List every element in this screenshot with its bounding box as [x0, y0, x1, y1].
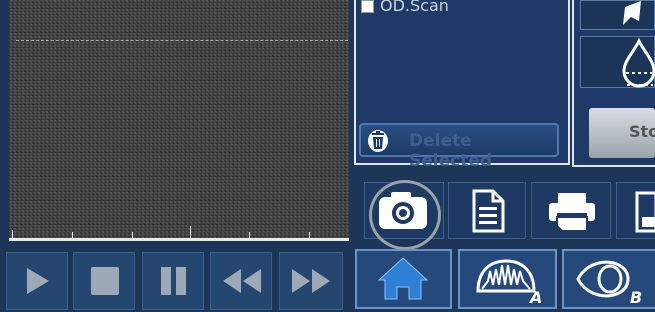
home-icon: [377, 257, 429, 300]
camera-highlight-ring: [369, 180, 441, 250]
drop-icon: [622, 37, 655, 88]
document-icon: [472, 189, 505, 233]
fast-forward-button[interactable]: [279, 252, 343, 310]
save-icon: [635, 191, 655, 233]
rewind-icon: [223, 269, 261, 293]
tool-drop[interactable]: [580, 36, 655, 88]
stop-playback-button[interactable]: [73, 252, 135, 310]
delete-selected-label: Delete Selected: [409, 131, 493, 171]
scan-image[interactable]: [9, 0, 349, 241]
tool-annotate[interactable]: [580, 0, 655, 30]
delete-selected-button[interactable]: Delete Selected: [359, 123, 559, 171]
stop-label: Sto: [629, 122, 655, 141]
b-scan-eye-icon: B: [576, 260, 642, 307]
a-scan-wave-icon: A: [476, 259, 542, 307]
list-item[interactable]: OD.Scan: [361, 0, 449, 14]
scan-ruler: [9, 224, 349, 241]
scan-reference-line: [16, 40, 348, 41]
play-icon: [27, 268, 49, 294]
home-mode-button[interactable]: [355, 249, 452, 309]
mode-b-letter: B: [630, 288, 642, 307]
trash-icon: [368, 130, 388, 152]
report-button[interactable]: [448, 182, 526, 239]
stop-button[interactable]: Sto: [589, 108, 655, 158]
print-button[interactable]: [531, 182, 611, 239]
mode-a-letter: A: [528, 288, 542, 307]
scan-item-label: OD.Scan: [380, 0, 449, 14]
rewind-button[interactable]: [210, 252, 272, 310]
mode-a-button[interactable]: A: [458, 249, 557, 309]
mode-b-button[interactable]: B: [562, 249, 655, 309]
stop-icon: [91, 267, 119, 295]
pause-button[interactable]: [142, 252, 204, 310]
save-button[interactable]: [616, 182, 655, 239]
play-button[interactable]: [6, 252, 68, 310]
pause-icon: [161, 267, 186, 295]
scan-checkbox[interactable]: [361, 0, 374, 13]
annotate-icon: [623, 1, 641, 25]
print-icon: [549, 193, 595, 232]
fast-forward-icon: [292, 269, 330, 293]
